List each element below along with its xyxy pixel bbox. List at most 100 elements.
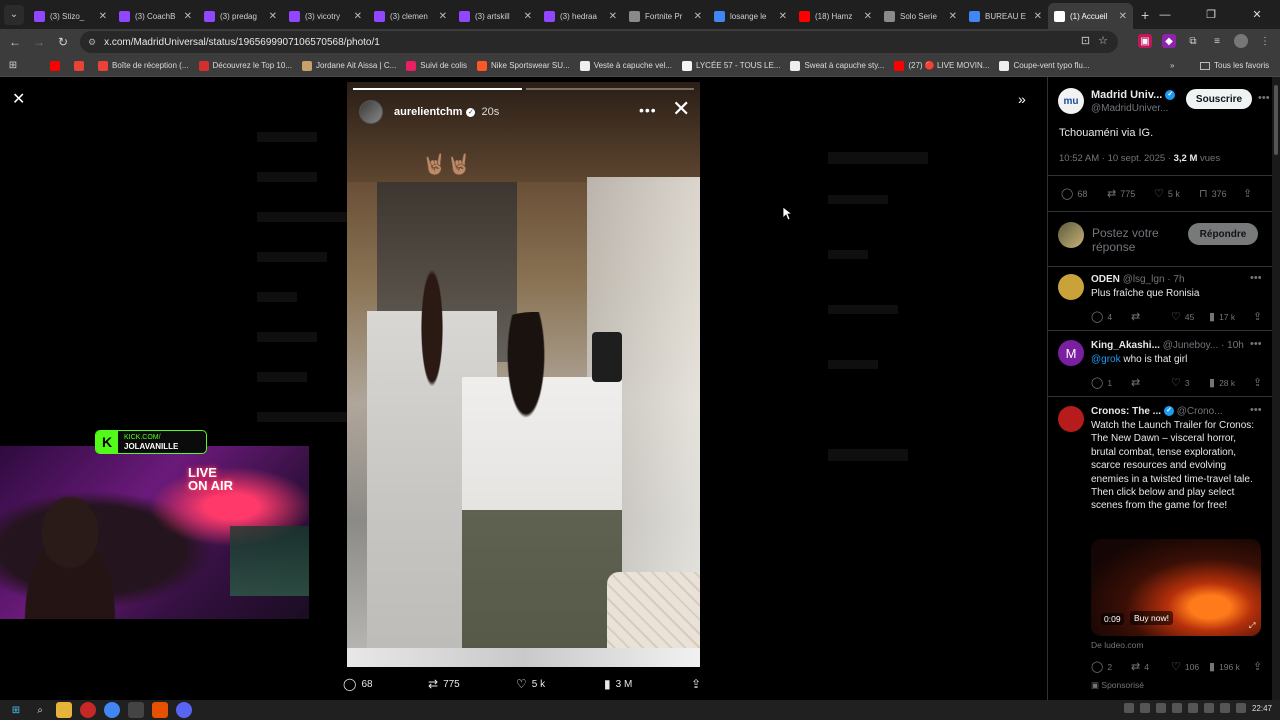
tab-close-icon[interactable]: ✕ — [694, 11, 702, 22]
reply-item[interactable]: M King_Akashi... @Juneboy... · 10h ••• @… — [1058, 338, 1268, 398]
post-more-icon[interactable]: ••• — [1258, 92, 1270, 104]
tray-icon[interactable] — [1155, 703, 1166, 713]
bookmark-item[interactable]: Veste à capuche vel... — [579, 60, 672, 71]
obs-icon[interactable] — [152, 702, 168, 718]
more-bookmarks-icon[interactable]: » — [1170, 61, 1174, 70]
expand-panel-icon[interactable]: » — [1018, 91, 1026, 107]
bookmark-item[interactable]: Coupe-vent typo flu... — [999, 60, 1090, 71]
all-bookmarks[interactable]: Tous les favoris — [1200, 61, 1269, 70]
tray-icon[interactable] — [1139, 703, 1150, 713]
browser-tab[interactable]: (3) clemen ✕ — [368, 3, 453, 29]
reply-like-stat[interactable]: ♡ 106 — [1171, 660, 1199, 673]
tab-close-icon[interactable]: ✕ — [779, 11, 787, 22]
tray-icon[interactable] — [1203, 703, 1214, 713]
extension-purple-icon[interactable]: ◆ — [1162, 34, 1176, 48]
repost-action[interactable]: ⇄ 775 — [428, 677, 460, 691]
tab-search-icon[interactable]: ⌄ — [4, 4, 24, 25]
reply-share-stat[interactable]: ⇪ — [1253, 660, 1266, 673]
reply-like-stat[interactable]: ♡ 3 — [1171, 376, 1190, 389]
reply-repost-stat[interactable]: ⇄ — [1131, 310, 1144, 323]
reply-input[interactable]: Postez votre réponse — [1092, 226, 1182, 254]
browser-tab[interactable]: losange le ✕ — [708, 3, 793, 29]
minimize-icon[interactable]: — — [1142, 9, 1188, 21]
reply-views-stat[interactable]: ▮ 28 k — [1209, 376, 1235, 389]
extensions-puzzle-icon[interactable]: ⧉ — [1186, 34, 1200, 48]
tab-close-icon[interactable]: ✕ — [609, 11, 617, 22]
start-icon[interactable]: ⊞ — [8, 702, 24, 718]
reply-views-stat[interactable]: ▮ 17 k — [1209, 310, 1235, 323]
clock[interactable]: 22:47 — [1252, 704, 1272, 713]
bookmark-item[interactable]: LYCÉE 57 - TOUS LE... — [681, 60, 780, 71]
site-info-icon[interactable]: ⚙ — [88, 37, 96, 48]
bookmark-item[interactable]: (27) 🔴 LIVE MOVIN... — [894, 60, 989, 71]
sponsored-post[interactable]: Cronos: The ... ✓ @Crono... ••• Watch the… — [1058, 404, 1268, 696]
browser-tab[interactable]: BUREAU E ✕ — [963, 3, 1048, 29]
bookmark-item[interactable] — [74, 60, 88, 71]
app-icon[interactable] — [128, 702, 144, 718]
browser-tab[interactable]: Fortnite Pr ✕ — [623, 3, 708, 29]
browser-tab[interactable]: (18) Hamz ✕ — [793, 3, 878, 29]
bookmark-item[interactable]: Jordane Ait Aissa | C... — [301, 60, 396, 71]
browser-tab[interactable]: (3) artskill ✕ — [453, 3, 538, 29]
bookmark-item[interactable]: Découvrez le Top 10... — [198, 60, 292, 71]
reply-mention[interactable]: @grok — [1091, 354, 1121, 365]
reload-icon[interactable]: ↻ — [51, 35, 75, 49]
scrollbar-thumb[interactable] — [1274, 85, 1278, 155]
browser-tab[interactable]: (3) CoachB ✕ — [113, 3, 198, 29]
forward-icon[interactable]: → — [27, 35, 51, 49]
tab-close-icon[interactable]: ✕ — [184, 11, 192, 22]
address-bar[interactable]: ⚙ x.com/MadridUniversal/status/196569990… — [80, 31, 1118, 53]
reply-avatar[interactable] — [1058, 274, 1084, 300]
discord-icon[interactable] — [176, 702, 192, 718]
file-explorer-icon[interactable] — [56, 702, 72, 718]
bookmark-item[interactable]: Sweat à capuche sty... — [790, 60, 884, 71]
media-control-icon[interactable]: ≡ — [1210, 34, 1224, 48]
browser-tab[interactable]: (3) Stizo_ ✕ — [28, 3, 113, 29]
tab-close-icon[interactable]: ✕ — [99, 11, 107, 22]
search-icon[interactable]: ⌕ — [32, 702, 48, 718]
reply-avatar[interactable] — [1058, 406, 1084, 432]
tab-close-icon[interactable]: ✕ — [949, 11, 957, 22]
tab-close-icon[interactable]: ✕ — [354, 11, 362, 22]
bookmark-item[interactable]: Nike Sportswear SU... — [476, 60, 570, 71]
reply-avatar[interactable]: M — [1058, 340, 1084, 366]
post-author-avatar[interactable]: mu — [1058, 88, 1084, 114]
browser-tab[interactable]: (1) Accueil ✕ — [1048, 3, 1133, 29]
share-action[interactable]: ⇪ — [691, 677, 706, 691]
close-window-icon[interactable]: ✕ — [1234, 8, 1280, 21]
reply-more-icon[interactable]: ••• — [1250, 272, 1262, 284]
restore-icon[interactable]: ❐ — [1188, 8, 1234, 21]
bookmark-item[interactable]: Boîte de réception (... — [98, 60, 189, 71]
story-photo[interactable]: aurelientchm ✓ 20s ••• ✕ 🤘🏽🤘🏽 — [347, 82, 700, 667]
reply-action[interactable]: ◯ 68 — [343, 677, 373, 691]
opera-icon[interactable] — [80, 702, 96, 718]
ad-video[interactable]: 0:09 Buy now! ⤢ — [1091, 539, 1261, 636]
reply-reply-stat[interactable]: ◯ 1 — [1091, 376, 1112, 389]
buy-now-button[interactable]: Buy now! — [1130, 611, 1173, 625]
views-action[interactable]: ▮ 3 M — [604, 677, 632, 691]
bookmark-item[interactable]: Suivi de colis — [406, 60, 467, 71]
browser-tab[interactable]: (3) predag ✕ — [198, 3, 283, 29]
tab-close-icon[interactable]: ✕ — [1119, 11, 1127, 22]
reply-more-icon[interactable]: ••• — [1250, 338, 1262, 350]
video-expand-icon[interactable]: ⤢ — [1249, 621, 1255, 631]
tray-icon[interactable] — [1235, 703, 1246, 713]
apps-grid-icon[interactable]: ⊞ — [6, 59, 20, 73]
tray-icon[interactable] — [1123, 703, 1134, 713]
extension-red-icon[interactable]: ▣ — [1138, 34, 1152, 48]
reply-more-icon[interactable]: ••• — [1250, 404, 1262, 416]
tab-close-icon[interactable]: ✕ — [1034, 11, 1042, 22]
reply-share-stat[interactable]: ⇪ — [1253, 310, 1266, 323]
post-reply-stat[interactable]: ◯ 68 — [1061, 187, 1087, 200]
post-repost-stat[interactable]: ⇄ 775 — [1107, 187, 1135, 200]
back-icon[interactable]: ← — [3, 35, 27, 49]
bookmark-item[interactable] — [50, 60, 64, 71]
post-bookmark-stat[interactable]: ⊓ 376 — [1199, 187, 1227, 200]
install-app-icon[interactable]: ⊡ — [1081, 34, 1090, 47]
browser-menu-icon[interactable]: ⋮ — [1258, 34, 1272, 48]
tray-icon[interactable] — [1219, 703, 1230, 713]
reply-item[interactable]: ODEN @lsg_lgn · 7h ••• Plus fraîche que … — [1058, 272, 1268, 332]
chrome-icon[interactable] — [104, 702, 120, 718]
subscribe-button[interactable]: Souscrire — [1186, 89, 1252, 109]
close-viewer-icon[interactable]: ✕ — [12, 92, 28, 108]
